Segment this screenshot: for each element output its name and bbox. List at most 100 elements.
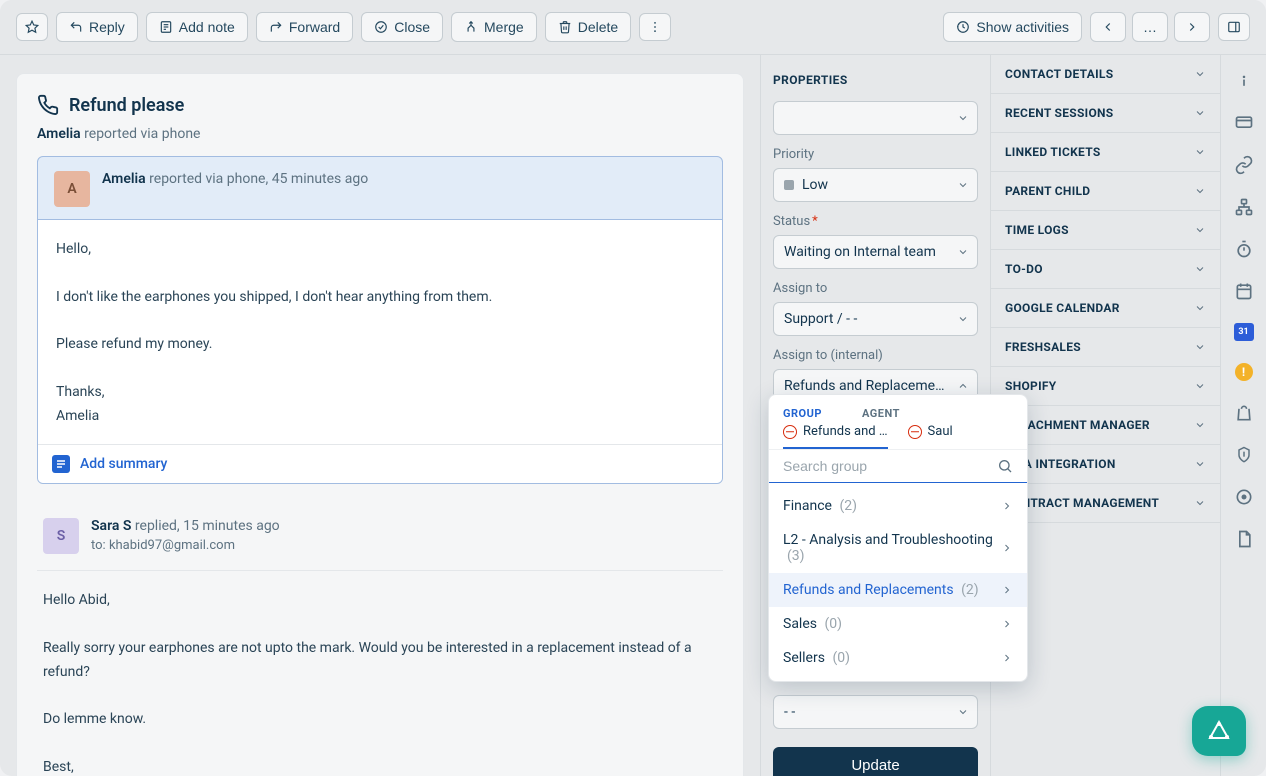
accordion-contact-details[interactable]: CONTACT DETAILS [991, 55, 1220, 94]
delete-label: Delete [578, 19, 618, 35]
toggle-panel-button[interactable] [1218, 13, 1250, 41]
ticket-title: Refund please [69, 95, 184, 116]
status-value: Waiting on Internal team [784, 244, 936, 260]
body-line: I don't like the earphones you shipped, … [56, 286, 704, 310]
remove-icon [908, 425, 922, 439]
chevron-right-icon [1001, 500, 1013, 512]
conversation-column: Refund please Amelia reported via phone … [0, 55, 760, 776]
show-activities-label: Show activities [976, 19, 1069, 35]
summary-icon [52, 455, 70, 473]
popover-tab-agent[interactable]: AGENT [862, 407, 900, 420]
remove-icon [783, 425, 797, 439]
chevron-right-icon [1001, 618, 1013, 630]
assign-to-value: Support / - - [784, 311, 857, 327]
show-activities-button[interactable]: Show activities [943, 12, 1082, 42]
status-select[interactable]: Waiting on Internal team [773, 235, 978, 269]
prev-ticket-button[interactable] [1090, 12, 1126, 42]
forward-button[interactable]: Forward [256, 12, 353, 42]
message-2: S Sara S replied, 15 minutes ago to: kha… [37, 504, 723, 776]
more-actions-button[interactable] [639, 13, 671, 41]
body-line: Please refund my money. [56, 333, 704, 357]
chevron-down-icon [957, 706, 969, 718]
avatar: S [43, 518, 79, 554]
search-icon [997, 458, 1013, 474]
accordion-recent-sessions[interactable]: RECENT SESSIONS [991, 94, 1220, 133]
chevron-down-icon [1194, 497, 1206, 509]
assign-to-select[interactable]: Support / - - [773, 302, 978, 336]
accordion-todo[interactable]: TO-DO [991, 250, 1220, 289]
group-option-sales[interactable]: Sales (0) [769, 607, 1027, 641]
assign-internal-label: Assign to (internal) [773, 348, 978, 363]
delete-button[interactable]: Delete [545, 12, 631, 42]
assign-internal-value: Refunds and Replacements [784, 378, 949, 394]
accordion-linked-tickets[interactable]: LINKED TICKETS [991, 133, 1220, 172]
message-body: Hello, I don't like the earphones you sh… [38, 219, 722, 444]
message-from: Sara S replied, 15 minutes ago [91, 518, 280, 534]
marketplace-fab[interactable] [1192, 706, 1246, 756]
merge-label: Merge [484, 19, 524, 35]
chevron-up-icon [957, 380, 969, 392]
reply-label: Reply [89, 19, 125, 35]
priority-select[interactable]: Low [773, 168, 978, 202]
message-from-name: Sara S [91, 518, 131, 534]
chevron-down-icon [957, 246, 969, 258]
phone-icon [37, 94, 59, 116]
search-group-input[interactable] [783, 458, 997, 474]
chevron-down-icon [1194, 380, 1206, 392]
chevron-right-icon [1001, 584, 1013, 596]
calendar-small-icon[interactable] [1234, 281, 1254, 301]
attachment-icon[interactable] [1234, 445, 1254, 465]
to-label: to: [91, 538, 106, 553]
group-chip[interactable]: Refunds and … [783, 424, 888, 439]
add-note-label: Add note [179, 19, 235, 35]
message-from-meta: reported via phone, 45 minutes ago [149, 171, 368, 187]
message-1: A Amelia reported via phone, 45 minutes … [37, 156, 723, 484]
hierarchy-icon[interactable] [1234, 197, 1254, 217]
shopify-icon[interactable] [1234, 403, 1254, 423]
chevron-right-icon [1001, 542, 1013, 554]
group-option-sellers[interactable]: Sellers (0) [769, 641, 1027, 675]
assign-internal-popover: GROUP AGENT Refunds and … Saul Finance (… [768, 394, 1028, 682]
group-option-refunds[interactable]: Refunds and Replacements (2) [769, 573, 1027, 607]
toolbar: Reply Add note Forward Close Merge Delet… [0, 0, 1266, 55]
star-button[interactable] [16, 13, 48, 41]
popover-tab-group[interactable]: GROUP [783, 407, 822, 420]
session-icon[interactable] [1234, 113, 1254, 133]
accordion-google-calendar[interactable]: GOOGLE CALENDAR [991, 289, 1220, 328]
accordion-time-logs[interactable]: TIME LOGS [991, 211, 1220, 250]
chevron-down-icon [1194, 419, 1206, 431]
jira-icon[interactable] [1234, 487, 1254, 507]
chevron-down-icon [1194, 458, 1206, 470]
next-ticket-button[interactable] [1174, 12, 1210, 42]
message-to: to: khabid97@gmail.com [91, 538, 280, 553]
ticket-card: Refund please Amelia reported via phone … [16, 73, 744, 776]
accordion-freshsales[interactable]: FRESHSALES [991, 328, 1220, 367]
link-icon[interactable] [1234, 155, 1254, 175]
merge-button[interactable]: Merge [451, 12, 537, 42]
document-icon[interactable] [1234, 529, 1254, 549]
update-button[interactable]: Update [773, 747, 978, 776]
agent-chip[interactable]: Saul [908, 424, 953, 439]
group-option-l2[interactable]: L2 - Analysis and Troubleshooting(3) [769, 523, 1027, 573]
calendar-31-icon[interactable]: 31 [1234, 323, 1254, 341]
reply-button[interactable]: Reply [56, 12, 138, 42]
status-label: Status [773, 214, 978, 229]
close-label: Close [394, 19, 430, 35]
close-button[interactable]: Close [361, 12, 443, 42]
add-note-button[interactable]: Add note [146, 12, 248, 42]
body-line: Really sorry your earphones are not upto… [43, 637, 705, 685]
chevron-down-icon [1194, 185, 1206, 197]
reported-via: reported via phone [84, 126, 200, 142]
blank-select[interactable]: - - [773, 695, 978, 729]
type-select[interactable] [773, 101, 978, 135]
chevron-down-icon [1194, 146, 1206, 158]
warning-icon[interactable]: ! [1235, 363, 1253, 381]
stopwatch-icon[interactable] [1234, 239, 1254, 259]
accordion-parent-child[interactable]: PARENT CHILD [991, 172, 1220, 211]
chevron-down-icon [1194, 302, 1206, 314]
add-summary-button[interactable]: Add summary [38, 444, 722, 483]
info-icon[interactable] [1234, 71, 1254, 91]
group-option-finance[interactable]: Finance (2) [769, 489, 1027, 523]
message-from: Amelia reported via phone, 45 minutes ag… [102, 171, 368, 187]
page-indicator[interactable]: … [1132, 12, 1168, 42]
